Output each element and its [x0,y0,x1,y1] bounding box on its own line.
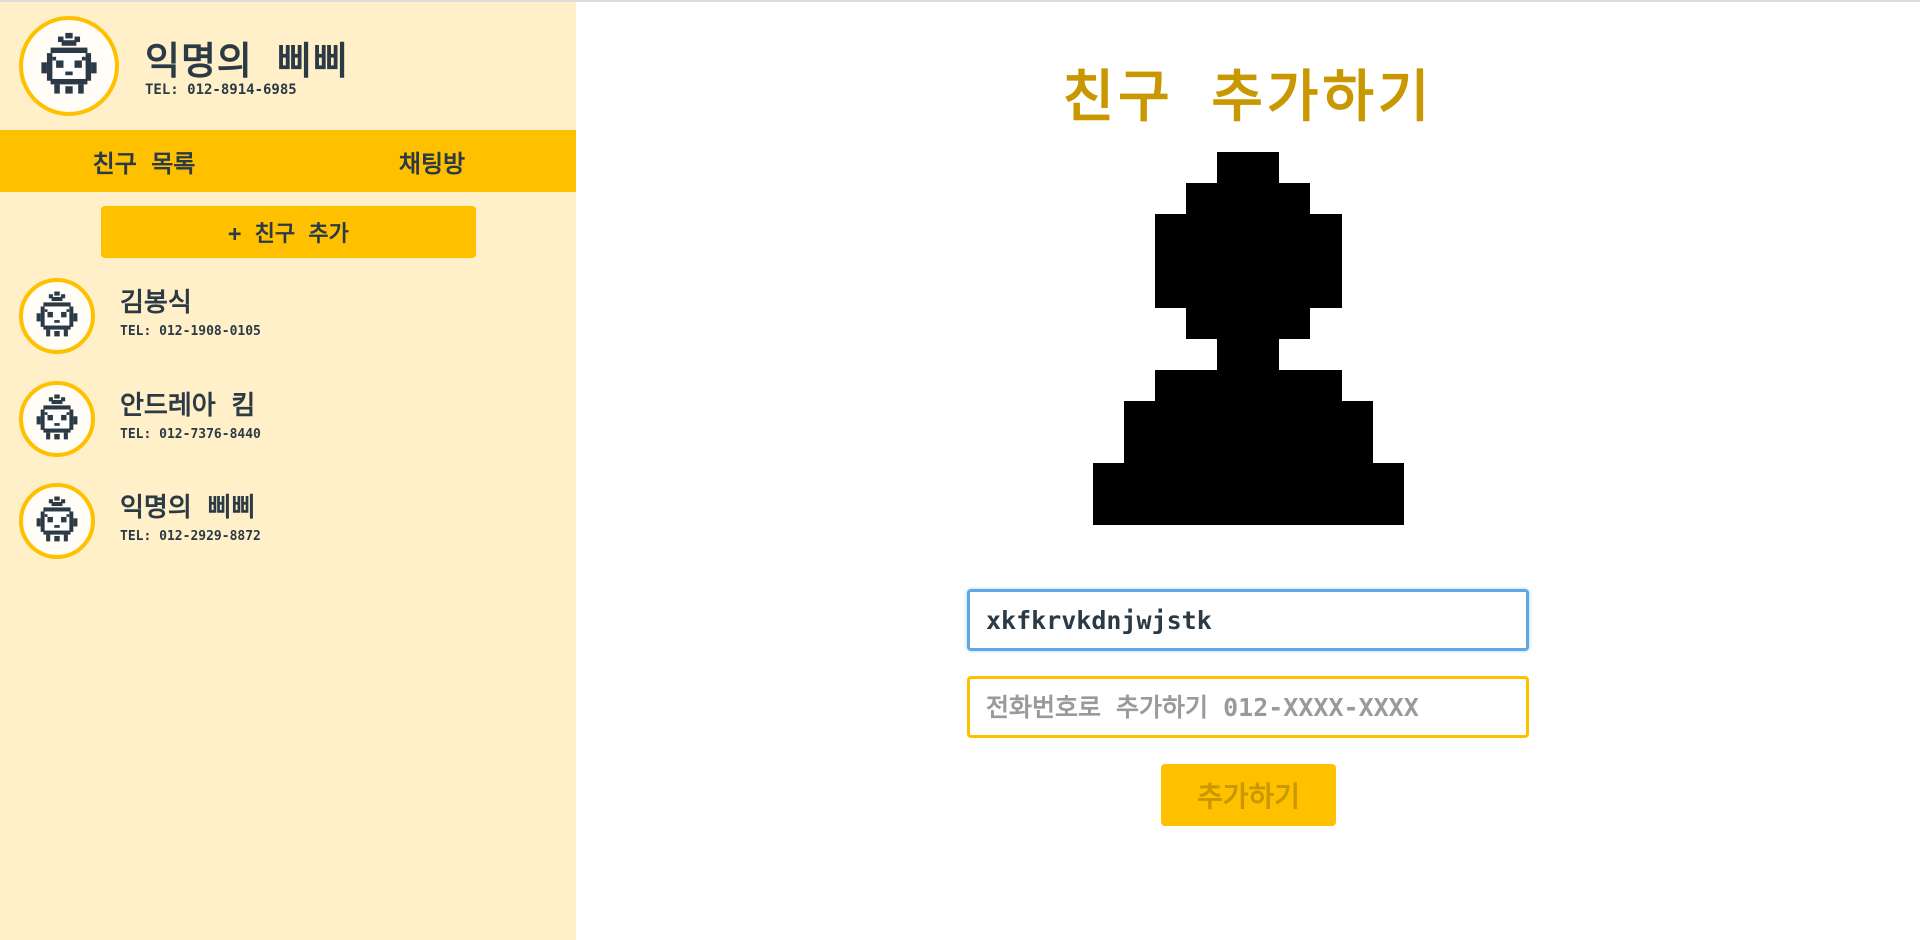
sidebar: 익명의 삐삐 TEL: 012-8914-6985 친구 목록 채팅방 + 친구… [0,2,576,940]
robot-mascot-icon [19,483,95,559]
robot-mascot-icon [19,278,95,354]
friend-list-item[interactable]: 익명의 삐삐 TEL: 012-2929-8872 [0,483,576,563]
profile-name: 익명의 삐삐 [145,39,349,83]
tab-friend-list[interactable]: 친구 목록 [0,130,288,192]
friend-tel: TEL: 012-7376-8440 [120,427,261,442]
robot-mascot-icon [19,381,95,457]
friend-name: 안드레아 킴 [120,391,256,421]
person-silhouette-icon [1093,152,1404,525]
profile-tel: TEL: 012-8914-6985 [145,82,297,98]
page-title: 친구 추가하기 [1062,65,1434,130]
tab-chat-rooms[interactable]: 채팅방 [288,130,576,192]
robot-mascot-icon [19,16,119,116]
friend-tel: TEL: 012-1908-0105 [120,324,261,339]
friend-list-item[interactable]: 김봉식 TEL: 012-1908-0105 [0,278,576,358]
add-submit-button[interactable]: 추가하기 [1161,764,1336,826]
my-profile: 익명의 삐삐 TEL: 012-8914-6985 [0,2,576,130]
friend-tel: TEL: 012-2929-8872 [120,529,261,544]
sidebar-tabs: 친구 목록 채팅방 [0,130,576,192]
friend-list-item[interactable]: 안드레아 킴 TEL: 012-7376-8440 [0,381,576,461]
phone-number-input[interactable] [967,676,1529,738]
friend-name: 익명의 삐삐 [120,493,256,523]
friend-id-input[interactable] [967,589,1529,651]
friend-name: 김봉식 [120,288,192,318]
add-friend-button[interactable]: + 친구 추가 [101,206,476,258]
